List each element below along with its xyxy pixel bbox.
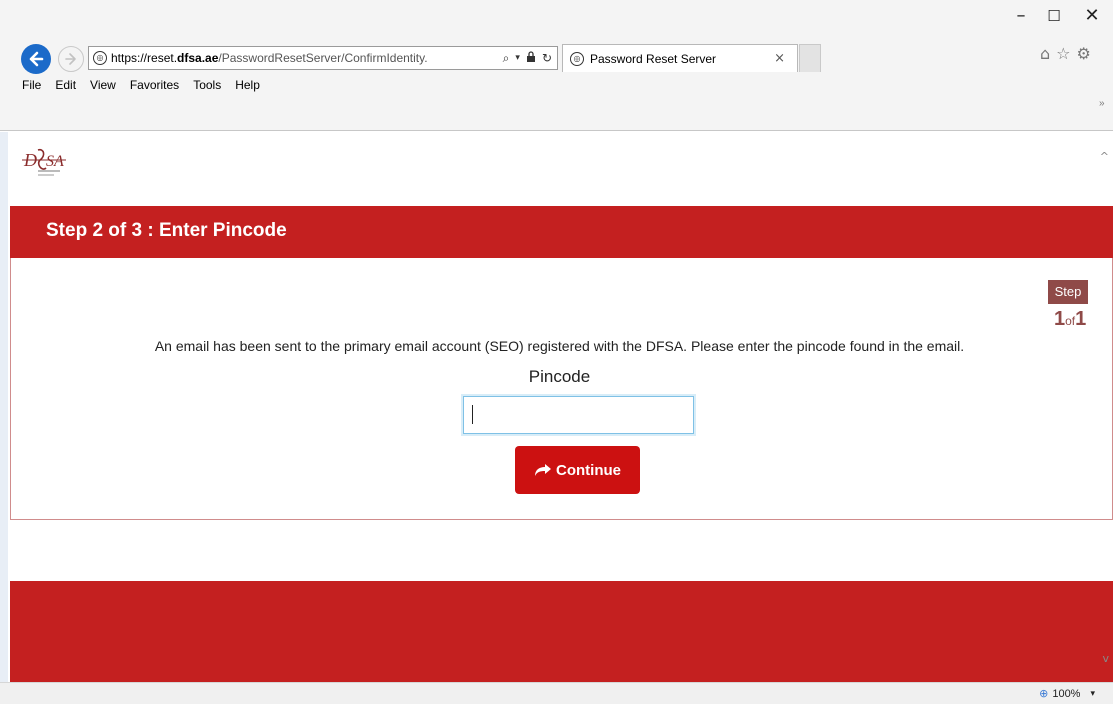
share-arrow-icon: [534, 463, 552, 477]
lock-icon[interactable]: [526, 50, 536, 66]
step-counter: 1of1: [1054, 308, 1086, 331]
site-globe-icon: ◎: [93, 51, 107, 65]
menu-favorites[interactable]: Favorites: [130, 78, 179, 92]
text-caret: [472, 405, 473, 424]
menu-tools[interactable]: Tools: [193, 78, 221, 92]
favorites-star-icon[interactable]: ☆: [1056, 44, 1070, 63]
search-icon[interactable]: ⌕: [503, 51, 510, 66]
menu-view[interactable]: View: [90, 78, 116, 92]
step-badge: Step: [1048, 280, 1088, 304]
browser-chrome: – ☐ ✕ ◎ https://reset. dfsa.ae /Password…: [0, 0, 1113, 131]
back-arrow-icon: [29, 51, 44, 67]
menu-help[interactable]: Help: [235, 78, 260, 92]
forward-arrow-icon: [65, 53, 76, 65]
dfsa-logo: D SA: [22, 146, 92, 176]
step-banner: Step 2 of 3 : Enter Pincode: [10, 206, 1113, 258]
tab-password-reset[interactable]: ◎ Password Reset Server ×: [562, 44, 798, 72]
home-icon[interactable]: ⌂: [1040, 44, 1050, 63]
url-host: dfsa.ae: [177, 51, 219, 65]
pincode-label: Pincode: [528, 367, 591, 386]
settings-gear-icon[interactable]: ⚙: [1077, 44, 1091, 63]
svg-text:SA: SA: [46, 153, 64, 170]
toolbar-overflow-icon[interactable]: »: [1099, 98, 1105, 109]
instruction-text: An email has been sent to the primary em…: [154, 338, 965, 354]
tab-globe-icon: ◎: [570, 51, 584, 66]
zoom-control[interactable]: ⊕ 100% ▾: [1039, 687, 1095, 700]
forward-button[interactable]: [58, 46, 84, 72]
url-path: /PasswordResetServer/ConfirmIdentity.: [218, 51, 428, 65]
pincode-input[interactable]: [461, 394, 696, 436]
maximize-button[interactable]: ☐: [1037, 4, 1071, 28]
new-tab-button[interactable]: [799, 44, 821, 72]
zoom-level: 100%: [1052, 687, 1081, 700]
menu-edit[interactable]: Edit: [55, 78, 76, 92]
minimize-button[interactable]: –: [1004, 4, 1038, 28]
continue-button[interactable]: Continue: [515, 446, 640, 494]
step-title: Step 2 of 3 : Enter Pincode: [46, 220, 287, 241]
step-total: 1: [1075, 308, 1087, 330]
zoom-icon: ⊕: [1039, 687, 1049, 700]
refresh-icon[interactable]: ↻: [542, 51, 552, 65]
web-page: ^ D SA Step 2 of 3 : Enter Pincode Step …: [0, 132, 1113, 682]
url-scheme: https://reset.: [111, 51, 178, 65]
address-bar[interactable]: ◎ https://reset. dfsa.ae /PasswordResetS…: [88, 46, 558, 70]
dropdown-icon[interactable]: ▾: [515, 53, 520, 63]
step-current: 1: [1054, 308, 1066, 330]
back-button[interactable]: [21, 44, 51, 74]
menu-file[interactable]: File: [22, 78, 41, 92]
tab-title: Password Reset Server: [590, 51, 717, 66]
menu-bar: File Edit View Favorites Tools Help: [22, 78, 274, 92]
close-window-button[interactable]: ✕: [1075, 4, 1109, 28]
footer-band: [10, 581, 1113, 682]
status-bar: ⊕ 100% ▾: [0, 682, 1113, 704]
continue-label: Continue: [556, 461, 621, 479]
scroll-down-icon[interactable]: v: [1102, 652, 1109, 665]
tab-close-icon[interactable]: ×: [774, 51, 785, 66]
zoom-dropdown-icon[interactable]: ▾: [1090, 688, 1095, 699]
scroll-up-icon[interactable]: ^: [1100, 150, 1109, 163]
step-of: of: [1065, 314, 1076, 328]
